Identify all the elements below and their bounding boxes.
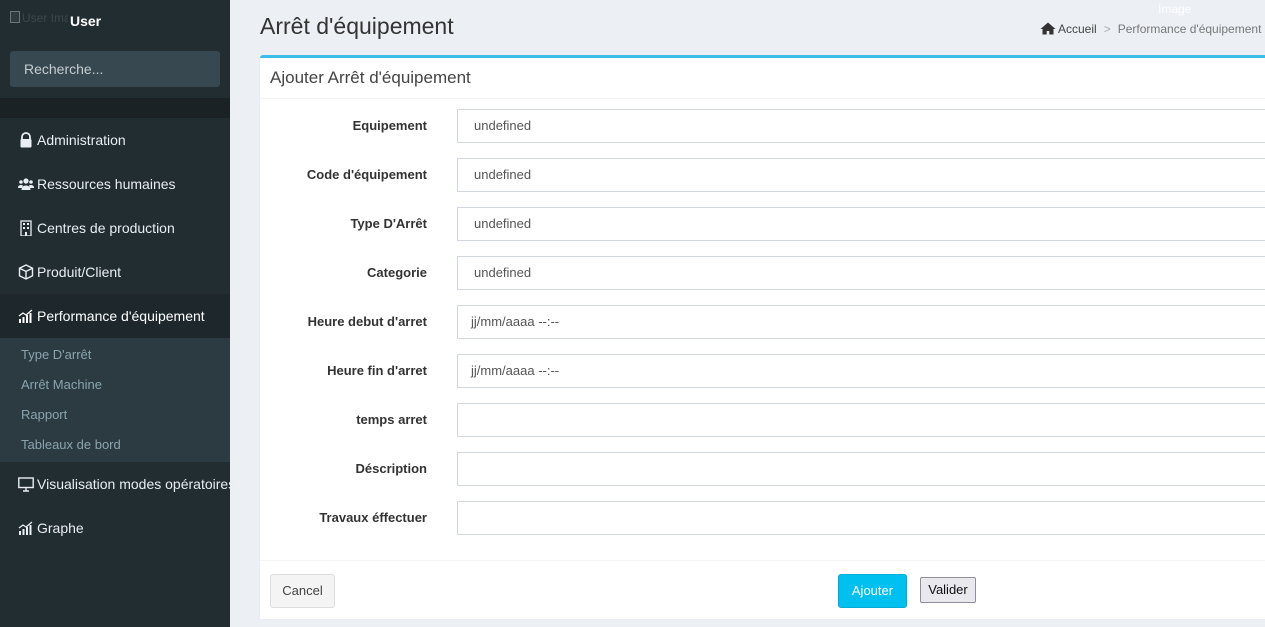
form-title: Ajouter Arrêt d'équipement (270, 68, 471, 87)
field-label: Code d'équipement (306, 167, 427, 182)
home-icon (1040, 22, 1056, 35)
code-equipement-field[interactable]: undefined (457, 158, 1265, 192)
form-row-heure-fin: Heure fin d'arret jj/mm/aaaa --:-- (260, 354, 1265, 388)
sidebar-header-band (0, 98, 230, 118)
breadcrumb-current: Performance d'équipement (1117, 22, 1262, 36)
heure-debut-field[interactable]: jj/mm/aaaa --:-- (457, 305, 1265, 339)
sidebar: User Image User Recherche... Administrat… (0, 0, 235, 627)
submenu-item-type-arret[interactable]: Type D'arrêt (0, 340, 230, 370)
sidebar-item-produit-client[interactable]: Produit/Client (0, 250, 230, 294)
travaux-field[interactable] (457, 501, 1265, 535)
form-row-equipement: Equipement undefined (260, 109, 1265, 143)
cube-icon (18, 264, 34, 280)
sidebar-item-label: Ressources humaines (37, 176, 176, 192)
form-row-categorie: Categorie undefined (260, 256, 1265, 290)
submenu-item-tableaux-de-bord[interactable]: Tableaux de bord (0, 430, 230, 460)
sidebar-item-label: Centres de production (37, 220, 175, 236)
field-label: Travaux éffectuer (319, 510, 427, 525)
sidebar-item-label: Performance d'équipement (37, 308, 205, 324)
breadcrumb: Accueil>Performance d'équipement> (1040, 22, 1265, 36)
field-label: Heure fin d'arret (327, 363, 427, 378)
divider (260, 98, 1265, 99)
submenu-item-rapport[interactable]: Rapport (0, 400, 230, 430)
sidebar-item-graphe[interactable]: Graphe (0, 506, 230, 550)
broken-image-text: Image (1158, 2, 1192, 16)
field-label: Categorie (367, 265, 427, 280)
field-label: Equipement (352, 118, 427, 133)
bar-chart-icon (18, 309, 33, 323)
field-label: Déscription (355, 461, 427, 476)
add-button[interactable]: Ajouter (838, 574, 907, 608)
user-name: User (70, 13, 102, 29)
categorie-field[interactable]: undefined (457, 256, 1265, 290)
bar-chart-icon (18, 521, 33, 535)
sidebar-item-label: Visualisation modes opératoires (37, 476, 236, 492)
sidebar-item-label: Produit/Client (37, 264, 122, 280)
lock-icon (20, 132, 32, 148)
sidebar-item-label: Graphe (37, 520, 84, 536)
breadcrumb-separator: > (1103, 22, 1111, 36)
field-label: Type D'Arrêt (350, 216, 427, 231)
equipement-field[interactable]: undefined (457, 109, 1265, 143)
performance-submenu: Type D'arrêt Arrêt Machine Rapport Table… (0, 338, 230, 462)
page-title: Arrêt d'équipement (260, 13, 454, 39)
form-row-temps-arret: temps arret (260, 403, 1265, 437)
broken-image-icon (10, 11, 20, 23)
field-label: temps arret (356, 412, 427, 427)
user-panel: User Image User (0, 0, 230, 40)
sidebar-item-performance-equipement[interactable]: Performance d'équipement (0, 294, 230, 338)
type-arret-field[interactable]: undefined (457, 207, 1265, 241)
sidebar-item-centres-de-production[interactable]: Centres de production (0, 206, 230, 250)
description-field[interactable] (457, 452, 1265, 486)
sidebar-item-label: Administration (37, 132, 126, 148)
sidebar-menu: Administration Ressources humaines Centr… (0, 118, 235, 550)
sidebar-item-visualisation-modes[interactable]: Visualisation modes opératoires (0, 462, 235, 506)
sidebar-item-ressources-humaines[interactable]: Ressources humaines (0, 162, 230, 206)
form-row-heure-debut: Heure debut d'arret jj/mm/aaaa --:-- (260, 305, 1265, 339)
form-row-description: Déscription (260, 452, 1265, 486)
breadcrumb-home-link[interactable]: Accueil (1058, 22, 1097, 36)
form-row-code-equipement: Code d'équipement undefined (260, 158, 1265, 192)
field-label: Heure debut d'arret (307, 314, 427, 329)
form-box: Ajouter Arrêt d'équipement Equipement un… (260, 55, 1265, 619)
form-row-type-arret: Type D'Arrêt undefined (260, 207, 1265, 241)
building-icon (20, 220, 32, 236)
monitor-icon (18, 477, 34, 492)
submenu-item-arret-machine[interactable]: Arrêt Machine (0, 370, 230, 400)
temps-arret-field[interactable] (457, 403, 1265, 437)
form-row-travaux: Travaux éffectuer (260, 501, 1265, 535)
form-footer: Cancel Ajouter Valider (260, 560, 1265, 619)
search-input[interactable]: Recherche... (10, 51, 220, 87)
sidebar-item-administration[interactable]: Administration (0, 118, 230, 162)
users-icon (18, 178, 34, 190)
user-avatar: User Image (10, 11, 68, 27)
cancel-button[interactable]: Cancel (270, 574, 335, 608)
validate-button[interactable]: Valider (920, 577, 976, 603)
heure-fin-field[interactable]: jj/mm/aaaa --:-- (457, 354, 1265, 388)
